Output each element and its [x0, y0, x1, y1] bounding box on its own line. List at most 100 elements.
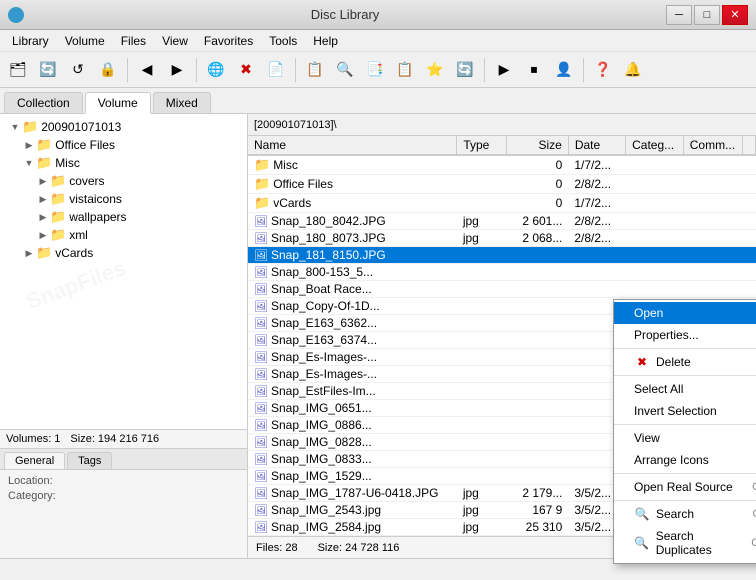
- menu-bar: Library Volume Files View Favorites Tool…: [0, 30, 756, 52]
- tb-btn-12[interactable]: 📑: [361, 56, 389, 84]
- table-row[interactable]: 🖼Snap_Boat Race...: [248, 281, 756, 298]
- tb-btn-11[interactable]: 🔍: [331, 56, 359, 84]
- col-header-extra: [743, 136, 756, 155]
- col-header-cat[interactable]: Categ...: [626, 136, 684, 155]
- tb-btn-8[interactable]: ✖: [232, 56, 260, 84]
- ctx-sep-1: [614, 348, 756, 349]
- tb-btn-3[interactable]: ↺: [64, 56, 92, 84]
- table-row[interactable]: 🖼Snap_180_8042.JPG jpg 2 601... 2/8/2...: [248, 213, 756, 230]
- menu-files[interactable]: Files: [113, 32, 154, 50]
- ctx-arrange-label: Arrange Icons: [634, 453, 709, 467]
- tree-expand-3[interactable]: ▼: [22, 158, 36, 168]
- left-panel: ▼ 📁 200901071013 ▶ 📁 Office Files ▼ 📁 Mi…: [0, 114, 248, 558]
- ctx-view[interactable]: View ▶: [614, 427, 756, 449]
- tree-expand-8[interactable]: ▶: [22, 248, 36, 259]
- table-row[interactable]: 📁Office Files 0 2/8/2...: [248, 175, 756, 194]
- tb-btn-13[interactable]: 📋: [391, 56, 419, 84]
- watermark: SnapFiles: [23, 255, 130, 315]
- col-header-type[interactable]: Type: [457, 136, 507, 155]
- tb-btn-14[interactable]: ⭐: [421, 56, 449, 84]
- tree-root[interactable]: ▼ 📁 200901071013: [4, 118, 243, 136]
- toolbar: 🗂 🔄 ↺ 🔒 ◀ ▶ 🌐 ✖ 📄 📋 🔍 📑 📋 ⭐ 🔄 ▶ ⏹ 👤 ❓ 🔔: [0, 52, 756, 88]
- right-panel: [200901071013]\ Name Type Size Date Cate…: [248, 114, 756, 558]
- ctx-search-duplicates[interactable]: 🔍 Search Duplicates Ctrl+Alt+D: [614, 525, 756, 561]
- tree-item-office[interactable]: ▶ 📁 Office Files: [4, 136, 243, 154]
- tb-btn-20[interactable]: 🔔: [619, 56, 647, 84]
- tree-expand-6[interactable]: ▶: [36, 212, 50, 223]
- ctx-open[interactable]: Open Enter: [614, 302, 756, 324]
- ctx-search[interactable]: 🔍 Search Ctrl+Alt+F: [614, 503, 756, 525]
- table-row[interactable]: 🖼Snap_180_8073.JPG jpg 2 068... 2/8/2...: [248, 230, 756, 247]
- ctx-open-real-label: Open Real Source: [634, 480, 733, 494]
- menu-favorites[interactable]: Favorites: [196, 32, 261, 50]
- tb-btn-5[interactable]: ◀: [133, 56, 161, 84]
- delete-icon: ✖: [634, 355, 650, 369]
- ctx-sep-3: [614, 424, 756, 425]
- folder-icon-4: 📁: [50, 173, 66, 189]
- folder-icon-8: 📁: [36, 245, 52, 261]
- tree-item-misc[interactable]: ▼ 📁 Misc: [4, 154, 243, 172]
- table-row[interactable]: 📁Misc 0 1/7/2...: [248, 155, 756, 175]
- menu-view[interactable]: View: [154, 32, 196, 50]
- toolbar-sep-2: [196, 58, 197, 82]
- info-tab-tags[interactable]: Tags: [67, 452, 112, 469]
- table-row-selected[interactable]: 🖼Snap_181_8150.JPG: [248, 247, 756, 264]
- tree-item-wallpapers[interactable]: ▶ 📁 wallpapers: [4, 208, 243, 226]
- tree-expand-2[interactable]: ▶: [22, 140, 36, 151]
- tree-item-covers[interactable]: ▶ 📁 covers: [4, 172, 243, 190]
- ctx-sep-5: [614, 500, 756, 501]
- menu-volume[interactable]: Volume: [57, 32, 113, 50]
- tree-item-vistaicons[interactable]: ▶ 📁 vistaicons: [4, 190, 243, 208]
- tree-expand-5[interactable]: ▶: [36, 194, 50, 205]
- tb-btn-9[interactable]: 📄: [262, 56, 290, 84]
- context-menu: Open Enter Properties... Alt+Enter ✖ Del…: [613, 299, 756, 564]
- ctx-open-label: Open: [634, 306, 663, 320]
- tb-btn-6[interactable]: ▶: [163, 56, 191, 84]
- tb-btn-19[interactable]: ❓: [589, 56, 617, 84]
- ctx-arrange-icons[interactable]: Arrange Icons: [614, 449, 756, 471]
- ctx-delete[interactable]: ✖ Delete Ctrl+D: [614, 351, 756, 373]
- minimize-button[interactable]: ─: [666, 5, 692, 25]
- tree-area[interactable]: ▼ 📁 200901071013 ▶ 📁 Office Files ▼ 📁 Mi…: [0, 114, 247, 429]
- tree-expand-7[interactable]: ▶: [36, 230, 50, 241]
- tab-volume[interactable]: Volume: [85, 92, 151, 114]
- info-tab-general[interactable]: General: [4, 452, 65, 469]
- tb-btn-16[interactable]: ▶: [490, 56, 518, 84]
- ctx-search-label: Search: [656, 507, 694, 521]
- ctx-properties[interactable]: Properties... Alt+Enter: [614, 324, 756, 346]
- table-header: Name Type Size Date Categ... Comm...: [248, 136, 756, 155]
- tab-mixed[interactable]: Mixed: [153, 92, 211, 113]
- tb-btn-4[interactable]: 🔒: [94, 56, 122, 84]
- menu-help[interactable]: Help: [305, 32, 346, 50]
- window-title: Disc Library: [24, 7, 666, 22]
- tb-btn-1[interactable]: 🗂: [4, 56, 32, 84]
- tb-btn-10[interactable]: 📋: [301, 56, 329, 84]
- tb-btn-15[interactable]: 🔄: [451, 56, 479, 84]
- ctx-select-all[interactable]: Select All Ctrl+A: [614, 378, 756, 400]
- window-controls: ─ □ ✕: [666, 5, 748, 25]
- menu-library[interactable]: Library: [4, 32, 57, 50]
- tb-btn-18[interactable]: 👤: [550, 56, 578, 84]
- search-duplicates-icon: 🔍: [634, 536, 650, 550]
- tb-btn-2[interactable]: 🔄: [34, 56, 62, 84]
- col-header-name[interactable]: Name: [248, 136, 457, 155]
- tree-expand-4[interactable]: ▶: [36, 176, 50, 187]
- table-row[interactable]: 📁vCards 0 1/7/2...: [248, 194, 756, 213]
- menu-tools[interactable]: Tools: [261, 32, 305, 50]
- ctx-invert-selection[interactable]: Invert Selection: [614, 400, 756, 422]
- col-header-date[interactable]: Date: [568, 136, 625, 155]
- col-header-comm[interactable]: Comm...: [683, 136, 742, 155]
- info-content: Location: Category:: [0, 470, 247, 510]
- tree-expand-icon[interactable]: ▼: [8, 122, 22, 132]
- ctx-open-real-source[interactable]: Open Real Source Ctrl+Enter: [614, 476, 756, 498]
- col-header-size[interactable]: Size: [507, 136, 568, 155]
- tree-item-xml[interactable]: ▶ 📁 xml: [4, 226, 243, 244]
- folder-icon-5: 📁: [50, 191, 66, 207]
- maximize-button[interactable]: □: [694, 5, 720, 25]
- tab-collection[interactable]: Collection: [4, 92, 83, 113]
- tb-btn-17[interactable]: ⏹: [520, 56, 548, 84]
- close-button[interactable]: ✕: [722, 5, 748, 25]
- tb-btn-7[interactable]: 🌐: [202, 56, 230, 84]
- tree-item-vcards[interactable]: ▶ 📁 vCards: [4, 244, 243, 262]
- table-row[interactable]: 🖼Snap_800-153_5...: [248, 264, 756, 281]
